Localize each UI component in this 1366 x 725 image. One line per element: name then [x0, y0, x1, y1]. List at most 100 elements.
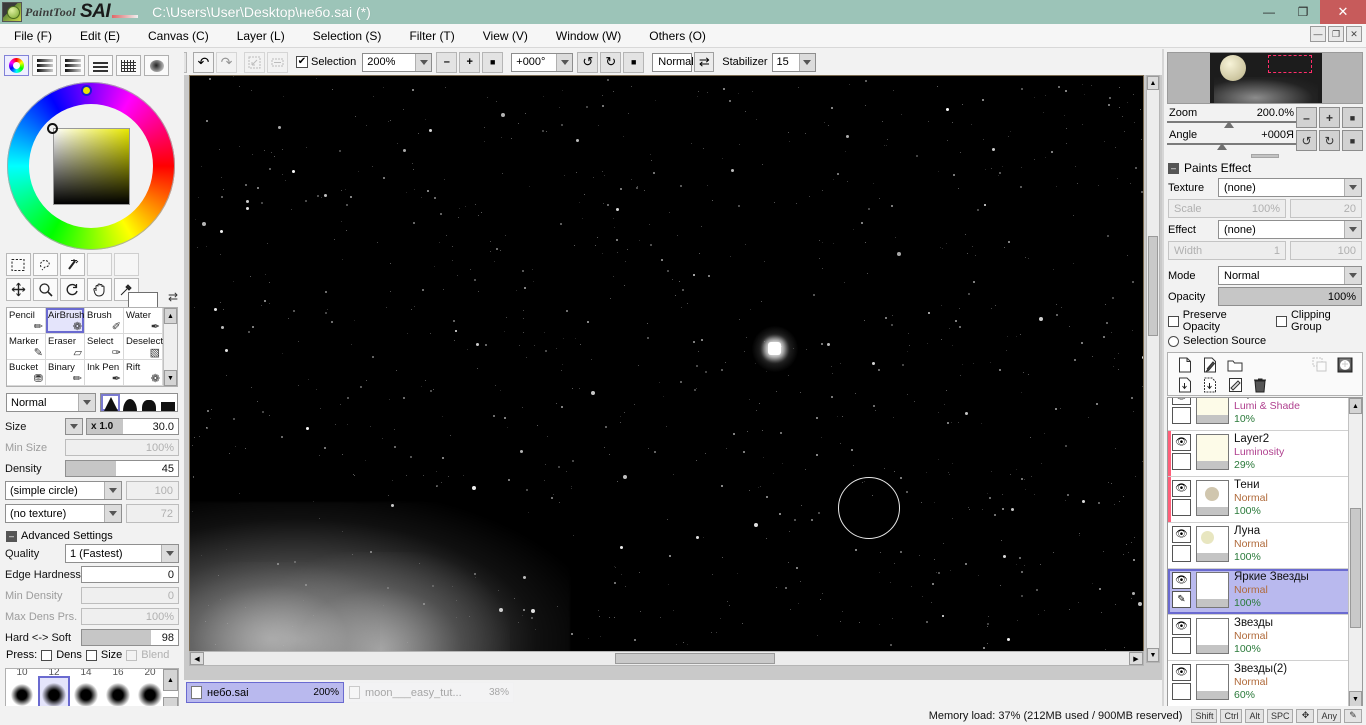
tool-bucket[interactable]: Bucket ⛃: [7, 360, 46, 386]
add-group-icon[interactable]: [1334, 355, 1356, 374]
rotate-cw-button[interactable]: ↻: [600, 52, 621, 73]
layer-list-scrollbar[interactable]: ▲ ▼: [1348, 398, 1362, 707]
visibility-eye-icon[interactable]: 👁: [1172, 397, 1191, 405]
chevron-down-icon[interactable]: [1344, 267, 1361, 284]
advanced-settings-header[interactable]: – Advanced Settings: [6, 530, 178, 542]
swatches-tab[interactable]: [116, 55, 141, 76]
clear-layer-icon[interactable]: [1224, 375, 1246, 394]
rotate-icon[interactable]: [60, 278, 85, 301]
press-blend-checkbox[interactable]: [126, 650, 137, 661]
width-number[interactable]: 100: [1290, 241, 1362, 260]
stabilizer-dropdown-arrow[interactable]: [799, 54, 815, 71]
brush-shape-preset-combo[interactable]: (simple circle): [5, 481, 122, 500]
window-minimize-button[interactable]: —: [1252, 0, 1286, 24]
view-mode-box[interactable]: Normal: [652, 53, 692, 72]
angle-slider-row[interactable]: Angle +000Я: [1167, 129, 1296, 151]
tool-marker[interactable]: Marker ✎: [7, 334, 46, 360]
layer-lock-box[interactable]: [1172, 499, 1191, 516]
width-slider[interactable]: Width 1: [1168, 241, 1286, 260]
flip-view-button[interactable]: [267, 52, 288, 73]
layer-row-zvezdy[interactable]: 👁 Звезды Normal 100%: [1168, 615, 1350, 661]
color-list-tab[interactable]: [88, 55, 113, 76]
brush-shape-round[interactable]: [139, 394, 158, 411]
texture-combo[interactable]: (none): [1218, 178, 1362, 197]
zoom-icon[interactable]: [33, 278, 58, 301]
brush-shape-triangle[interactable]: [101, 394, 120, 411]
scroll-down-icon[interactable]: ▼: [1147, 648, 1159, 662]
angle-dropdown-arrow[interactable]: [556, 54, 572, 71]
brush-texture-preset-number[interactable]: 72: [126, 504, 179, 523]
rect-select-icon[interactable]: [6, 253, 31, 276]
visibility-eye-icon[interactable]: 👁: [1172, 526, 1191, 543]
blank-tool-slot-1[interactable]: [87, 253, 112, 276]
blank-tool-slot-2[interactable]: [114, 253, 139, 276]
angle-knob[interactable]: [1217, 143, 1227, 150]
gradient-tab[interactable]: [144, 55, 169, 76]
nav-zoom-reset-button[interactable]: ■: [1342, 107, 1363, 128]
layer-row-yarkie-zvezdy[interactable]: 👁 ✎ Яркие Звезды Normal 100%: [1168, 569, 1350, 615]
menu-filter[interactable]: Filter (T): [395, 24, 468, 48]
scroll-up-icon[interactable]: ▲: [1147, 76, 1159, 90]
delete-layer-icon[interactable]: [1249, 375, 1271, 394]
hand-icon[interactable]: [87, 278, 112, 301]
document-tab-inactive[interactable]: moon___easy_tut... 38%: [344, 682, 514, 703]
nav-rotate-cw-button[interactable]: ↻: [1319, 130, 1340, 151]
effect-combo[interactable]: (none): [1218, 220, 1362, 239]
nav-zoom-out-button[interactable]: –: [1296, 107, 1317, 128]
tool-pencil[interactable]: Pencil ✏: [7, 308, 46, 334]
collapse-icon[interactable]: –: [6, 531, 17, 542]
chevron-down-icon[interactable]: [1344, 221, 1361, 238]
brush-minsize-slider[interactable]: 100%: [65, 439, 179, 456]
layer-scroll-thumb[interactable]: [1350, 508, 1361, 628]
document-tab-active[interactable]: небо.sai 200%: [186, 682, 344, 703]
mdi-close-button[interactable]: ✕: [1346, 26, 1362, 42]
scroll-left-icon[interactable]: ◀: [190, 652, 204, 665]
layer-row-luna[interactable]: 👁 Луна Normal 100%: [1168, 523, 1350, 569]
clipping-group-checkbox[interactable]: [1276, 316, 1287, 327]
visibility-eye-icon[interactable]: 👁: [1172, 572, 1191, 589]
quality-combo[interactable]: 1 (Fastest): [65, 544, 179, 563]
reset-view-button[interactable]: [244, 52, 265, 73]
brush-texture-preset-combo[interactable]: (no texture): [5, 504, 122, 523]
zoom-reset-button[interactable]: ■: [482, 52, 503, 73]
layer-lock-box[interactable]: [1172, 683, 1191, 700]
visibility-eye-icon[interactable]: 👁: [1172, 480, 1191, 497]
angle-track[interactable]: [1167, 143, 1296, 145]
merge-down-icon[interactable]: [1174, 375, 1196, 394]
vertical-scroll-thumb[interactable]: [1148, 236, 1158, 336]
horizontal-scroll-thumb[interactable]: [615, 653, 775, 664]
preserve-opacity-checkbox[interactable]: [1168, 316, 1179, 327]
hue-marker[interactable]: [81, 85, 92, 96]
rgb-sliders-tab[interactable]: [32, 55, 57, 76]
menu-view[interactable]: View (V): [469, 24, 542, 48]
scale-slider[interactable]: Scale 100%: [1168, 199, 1286, 218]
hard-soft-slider[interactable]: 98: [81, 629, 179, 646]
chevron-down-icon[interactable]: [78, 394, 95, 411]
layer-row-layer1[interactable]: 👁 Layer1 Lumi & Shade 10%: [1168, 397, 1350, 431]
layer-lock-box[interactable]: [1172, 407, 1191, 424]
layer-row-zvezdy-2[interactable]: 👁 Звезды(2) Normal 60%: [1168, 661, 1350, 707]
saturation-value-square[interactable]: [53, 128, 130, 205]
navigator-preview[interactable]: [1167, 52, 1363, 104]
rotate-ccw-button[interactable]: ↺: [577, 52, 598, 73]
layer-lock-box[interactable]: [1172, 453, 1191, 470]
tool-grid-scrollbar[interactable]: ▲ ▼: [163, 308, 177, 386]
menu-others[interactable]: Others (O): [635, 24, 720, 48]
move-layer-down-icon[interactable]: [1199, 375, 1221, 394]
menu-edit[interactable]: Edit (E): [66, 24, 134, 48]
scroll-down-icon[interactable]: ▼: [164, 370, 177, 386]
brush-density-slider[interactable]: 45: [65, 460, 179, 477]
layer-edit-pencil-icon[interactable]: ✎: [1172, 591, 1191, 608]
nav-rotate-reset-button[interactable]: ■: [1342, 130, 1363, 151]
press-density-checkbox[interactable]: [41, 650, 52, 661]
layer-lock-box[interactable]: [1172, 545, 1191, 562]
zoom-slider-row[interactable]: Zoom 200.0%: [1167, 107, 1296, 129]
redo-button[interactable]: ↷: [216, 52, 237, 73]
tool-eraser[interactable]: Eraser ▱: [46, 334, 85, 360]
nav-rotate-ccw-button[interactable]: ↺: [1296, 130, 1317, 151]
layer-row-layer2[interactable]: 👁 Layer2 Luminosity 29%: [1168, 431, 1350, 477]
panel-gripper[interactable]: [1167, 152, 1363, 159]
brush-size-slider[interactable]: x 1.0 30.0: [86, 418, 179, 435]
brush-shape-preset-number[interactable]: 100: [126, 481, 179, 500]
tool-deselect[interactable]: Deselect ▧: [124, 334, 163, 360]
